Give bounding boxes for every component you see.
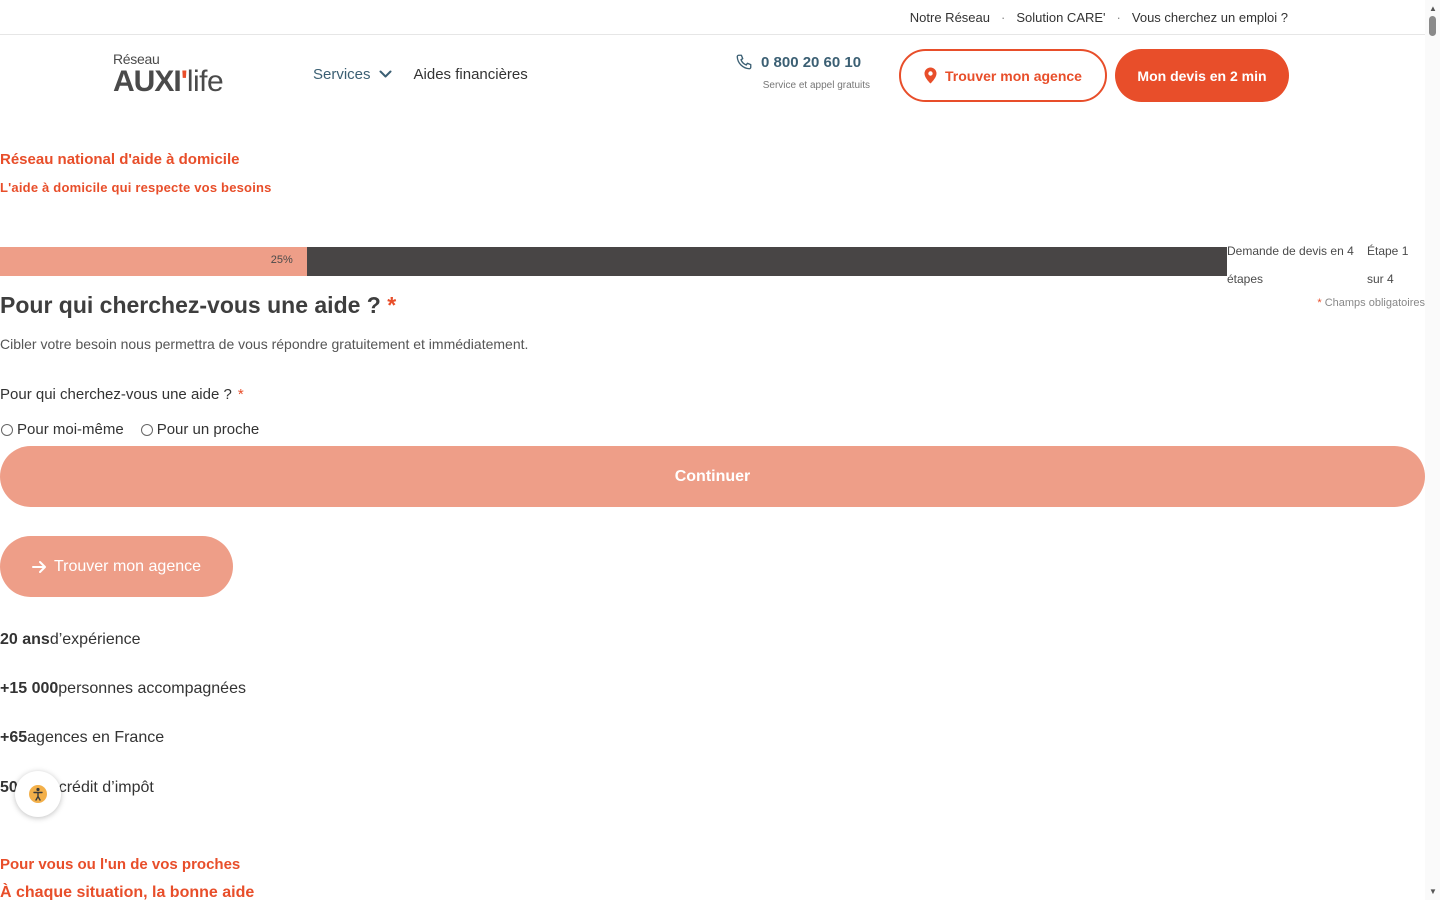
required-note-text: Champs obligatoires <box>1324 297 1425 309</box>
chevron-down-icon <box>379 70 392 78</box>
separator: · <box>1116 10 1121 25</box>
progress-percent: 25% <box>270 254 293 266</box>
form-title: Pour qui cherchez-vous une aide ? * <box>0 292 396 319</box>
phone-contact[interactable]: 0 800 20 60 10 Service et appel gratuits <box>735 53 870 91</box>
required-star: * <box>1317 297 1322 309</box>
form-description: Cibler votre besoin nous permettra de vo… <box>0 336 529 352</box>
stat-label: personnes accompagnées <box>58 680 246 697</box>
stat-label: agences en France <box>27 729 165 746</box>
auxilife-logo[interactable]: Réseau AUXI'life <box>113 51 247 101</box>
radio-circle[interactable] <box>140 423 153 436</box>
nav-aides-financieres[interactable]: Aides financières <box>414 66 528 83</box>
top-links: Notre Réseau · Solution CARE' · Vous che… <box>910 10 1288 25</box>
top-link-solution-care[interactable]: Solution CARE' <box>1016 10 1105 25</box>
phone-icon <box>736 54 752 70</box>
stat-value: +65 <box>0 729 28 746</box>
quote-button[interactable]: Mon devis en 2 min <box>1115 49 1289 102</box>
logo-suffix: life <box>186 65 224 98</box>
nav-services-label: Services <box>313 66 371 83</box>
stat-value: 20 ans <box>0 631 50 648</box>
top-link-emploi[interactable]: Vous cherchez un emploi ? <box>1132 10 1288 25</box>
separator: · <box>1001 10 1006 25</box>
stat-experience: 20 ansd’expérience <box>0 631 141 649</box>
page-scrollbar[interactable]: ▲ ▼ <box>1425 0 1440 900</box>
stat-value: +15 000 <box>0 680 59 697</box>
scroll-down-icon[interactable]: ▼ <box>1429 887 1437 896</box>
accessibility-button[interactable] <box>15 771 61 817</box>
radio-label: Pour moi-même <box>17 421 124 438</box>
top-utility-bar: Notre Réseau · Solution CARE' · Vous che… <box>0 0 1425 35</box>
scroll-up-icon[interactable]: ▲ <box>1429 4 1437 13</box>
location-pin-icon <box>924 67 937 84</box>
hero-title: L'aide à domicile qui respecte vos besoi… <box>0 180 272 195</box>
required-fields-note: * Champs obligatoires <box>1317 297 1425 309</box>
find-agency-button[interactable]: Trouver mon agence <box>899 49 1107 102</box>
continue-button[interactable]: Continuer <box>0 446 1425 507</box>
step-indicator: Étape 1 sur 4 <box>1367 244 1409 286</box>
phone-number: 0 800 20 60 10 <box>761 53 862 71</box>
nav-services[interactable]: Services <box>313 66 392 83</box>
section-kicker: Pour vous ou l'un de vos proches <box>0 856 241 873</box>
radio-pour-moi-meme[interactable]: Pour moi-même <box>0 421 124 438</box>
top-link-notre-reseau[interactable]: Notre Réseau <box>910 10 990 25</box>
section-title: À chaque situation, la bonne aide <box>0 884 255 900</box>
form-title-text: Pour qui cherchez-vous une aide ? <box>0 292 381 318</box>
phone-subtitle: Service et appel gratuits <box>762 80 870 91</box>
scroll-thumb[interactable] <box>1429 16 1436 36</box>
find-agency-cta[interactable]: Trouver mon agence <box>0 536 233 597</box>
find-agency-label: Trouver mon agence <box>945 67 1082 84</box>
logo-brand: AUXI <box>113 65 182 98</box>
progress-fill: 25% <box>0 247 307 276</box>
stat-label: d’expérience <box>49 631 141 648</box>
quote-progress-bar: 25% <box>0 247 1227 276</box>
radio-pour-un-proche[interactable]: Pour un proche <box>140 421 260 438</box>
hero-kicker: Réseau national d'aide à domicile <box>0 151 240 168</box>
steps-title: Demande de devis en 4 étapes <box>1227 244 1354 286</box>
question-text: Pour qui cherchez-vous une aide ? <box>0 386 232 403</box>
radio-label: Pour un proche <box>156 421 260 438</box>
accessibility-icon <box>29 785 47 803</box>
main-nav: Services Aides financières <box>313 66 528 83</box>
stat-people: +15 000personnes accompagnées <box>0 680 246 698</box>
recipient-radio-group: Pour moi-même Pour un proche <box>0 421 259 438</box>
find-agency-cta-label: Trouver mon agence <box>53 557 202 575</box>
phone-number-row: 0 800 20 60 10 <box>735 53 870 71</box>
arrow-right-icon <box>31 560 46 573</box>
required-star: * <box>387 292 397 318</box>
stat-agencies: +65agences en France <box>0 729 164 747</box>
radio-circle[interactable] <box>1 423 13 436</box>
question-label: Pour qui cherchez-vous une aide ? * <box>0 386 244 403</box>
logo-wordmark: AUXI'life <box>113 65 224 99</box>
required-star: * <box>237 386 244 403</box>
